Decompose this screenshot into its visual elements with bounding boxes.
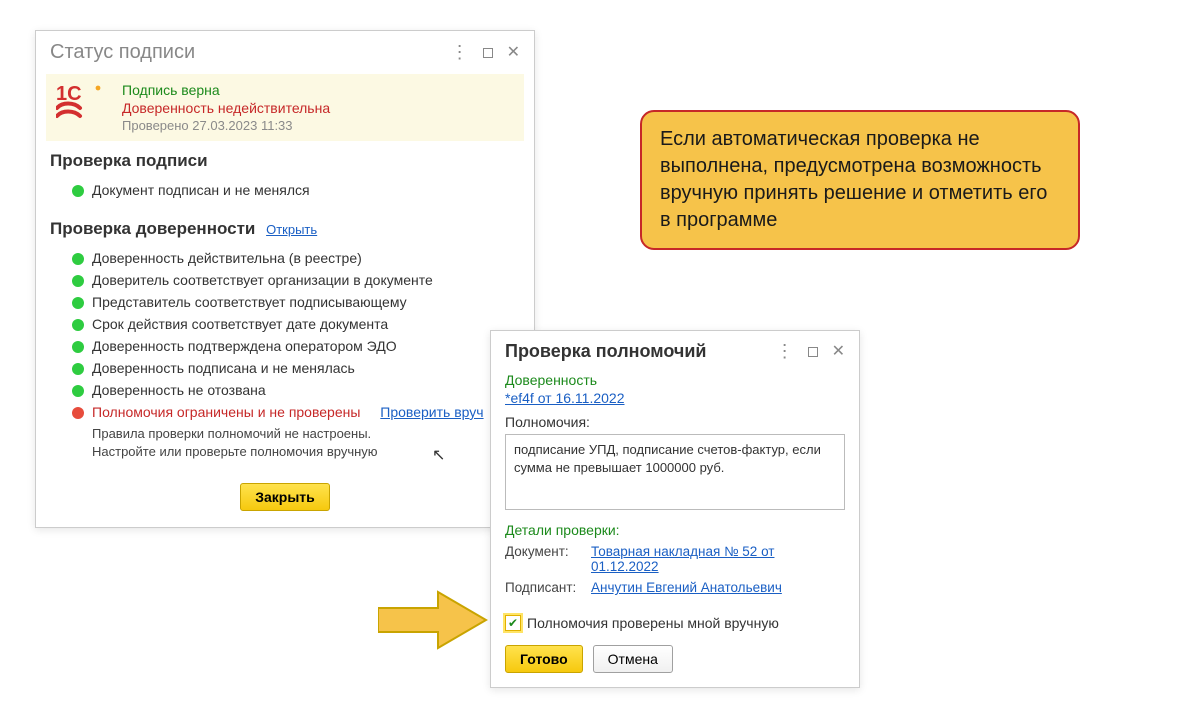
poa-link[interactable]: *ef4f от 16.11.2022 — [505, 390, 625, 406]
cancel-button[interactable]: Отмена — [593, 645, 673, 673]
status-banner: 1C Подпись верна Доверенность недействит… — [46, 74, 524, 141]
document-link[interactable]: Товарная накладная № 52 от 01.12.2022 — [591, 544, 774, 574]
titlebar: Проверка полномочий ⋮ ✕ — [491, 331, 859, 368]
poa-row: Доверитель соответствует организации в д… — [50, 269, 520, 291]
close-icon[interactable]: ✕ — [832, 344, 845, 360]
status-dot-icon — [72, 185, 84, 197]
banner-signature-status: Подпись верна — [122, 82, 330, 98]
authority-check-dialog: Проверка полномочий ⋮ ✕ Доверенность *ef… — [490, 330, 860, 688]
manual-check-label: Полномочия проверены мной вручную — [527, 615, 779, 631]
document-row: Документ: Товарная накладная № 52 от 01.… — [505, 544, 845, 574]
details-label: Детали проверки: — [505, 522, 845, 538]
maximize-icon[interactable] — [483, 48, 493, 58]
authority-text[interactable]: подписание УПД, подписание счетов-фактур… — [505, 434, 845, 510]
signer-link[interactable]: Анчутин Евгений Анатольевич — [591, 580, 782, 595]
poa-row-failed: Полномочия ограничены и не проверены Про… — [50, 401, 520, 423]
close-button[interactable]: Закрыть — [240, 483, 330, 511]
annotation-callout: Если автоматическая проверка не выполнен… — [640, 110, 1080, 250]
signature-status-dialog: Статус подписи ⋮ ✕ 1C Подпись верна Дове… — [35, 30, 535, 528]
sig-check-row: Документ подписан и не менялся — [50, 179, 520, 201]
poa-row: Представитель соответствует подписывающе… — [50, 291, 520, 313]
poa-row: Доверенность действительна (в реестре) — [50, 247, 520, 269]
maximize-icon[interactable] — [808, 347, 818, 357]
kebab-icon[interactable]: ⋮ — [776, 347, 794, 356]
arrow-icon — [378, 590, 488, 650]
banner-poa-status: Доверенность недействительна — [122, 100, 330, 116]
poa-label: Доверенность — [505, 372, 845, 388]
status-dot-icon — [72, 253, 84, 265]
dialog-title: Проверка полномочий — [505, 341, 706, 362]
check-manually-link[interactable]: Проверить вруч — [380, 404, 483, 420]
signature-check-heading: Проверка подписи — [50, 151, 520, 171]
poa-row: Доверенность подписана и не менялась — [50, 357, 520, 379]
status-dot-icon — [72, 319, 84, 331]
status-dot-icon — [72, 407, 84, 419]
signer-row: Подписант: Анчутин Евгений Анатольевич — [505, 580, 845, 595]
close-icon[interactable]: ✕ — [507, 45, 520, 61]
open-poa-link[interactable]: Открыть — [266, 222, 317, 237]
sig-check-text: Документ подписан и не менялся — [92, 182, 310, 198]
signature-check-section: Проверка подписи Документ подписан и не … — [36, 151, 534, 209]
status-dot-icon — [72, 363, 84, 375]
manual-check-row[interactable]: ✔ Полномочия проверены мной вручную — [505, 615, 845, 631]
poa-check-heading: Проверка доверенности Открыть — [50, 219, 520, 239]
poa-row: Доверенность подтверждена оператором ЭДО — [50, 335, 520, 357]
banner-checked-at: Проверено 27.03.2023 11:33 — [122, 118, 330, 133]
poa-row: Срок действия соответствует дате докумен… — [50, 313, 520, 335]
poa-row: Доверенность не отозвана — [50, 379, 520, 401]
ok-button[interactable]: Готово — [505, 645, 583, 673]
status-dot-icon — [72, 275, 84, 287]
titlebar: Статус подписи ⋮ ✕ — [36, 31, 534, 70]
manual-check-checkbox[interactable]: ✔ — [505, 615, 521, 631]
1c-logo-icon: 1C — [56, 82, 110, 122]
poa-check-section: Проверка доверенности Открыть Довереннос… — [36, 219, 534, 469]
status-dot-icon — [72, 341, 84, 353]
kebab-icon[interactable]: ⋮ — [451, 48, 469, 57]
status-dot-icon — [72, 297, 84, 309]
status-dot-icon — [72, 385, 84, 397]
dialog-title: Статус подписи — [50, 41, 195, 64]
poa-hint: Правила проверки полномочий не настроены… — [50, 425, 520, 461]
authority-label: Полномочия: — [505, 414, 845, 430]
